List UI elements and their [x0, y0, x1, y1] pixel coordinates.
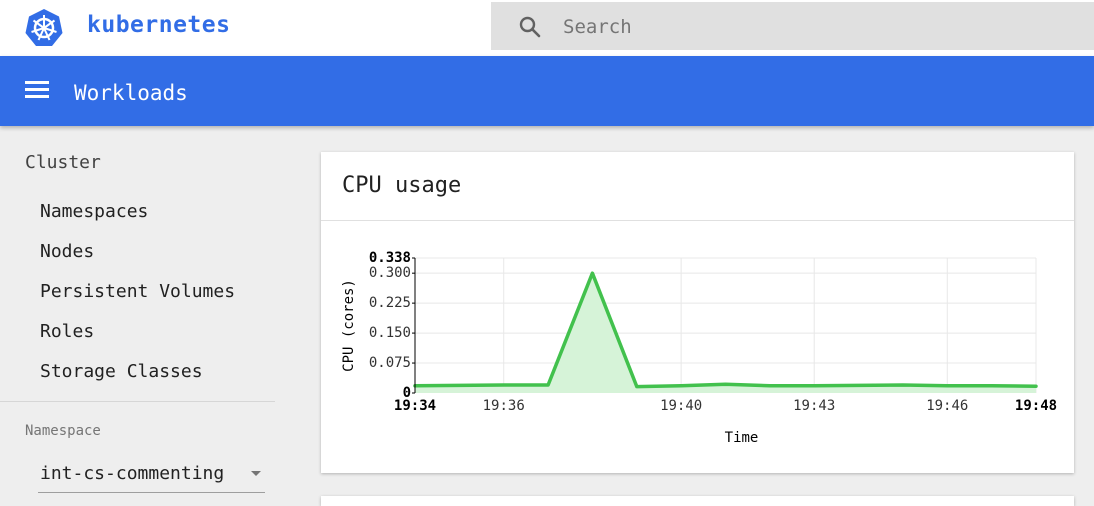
sidebar-section-cluster[interactable]: Cluster	[25, 152, 101, 173]
namespace-value: int-cs-commenting	[40, 463, 224, 484]
kubernetes-logo-icon[interactable]	[24, 8, 64, 48]
x-tick-label: 19:46	[926, 398, 968, 414]
brand-name[interactable]: kubernetes	[87, 12, 230, 38]
page-title: Workloads	[74, 81, 188, 105]
second-card	[321, 496, 1074, 506]
cpu-usage-chart: 00.0750.1500.2250.3000.33819:3419:3619:4…	[321, 220, 1074, 473]
x-axis-title: Time	[725, 430, 759, 446]
x-tick-label: 19:40	[660, 398, 702, 414]
chevron-down-icon	[251, 471, 261, 476]
search-bar[interactable]	[491, 2, 1094, 50]
sidebar-item-roles[interactable]: Roles	[40, 321, 94, 342]
y-tick-label: 0.075	[369, 355, 411, 371]
x-tick-label: 19:36	[483, 398, 525, 414]
search-input[interactable]	[561, 10, 1065, 44]
x-tick-label: 19:43	[793, 398, 835, 414]
cpu-usage-card: CPU usage 00.0750.1500.2250.3000.33819:3…	[321, 152, 1074, 473]
sidebar-item-nodes[interactable]: Nodes	[40, 241, 94, 262]
card-title: CPU usage	[342, 173, 461, 198]
namespace-label: Namespace	[25, 423, 101, 439]
hamburger-menu-icon[interactable]	[25, 81, 49, 99]
sidebar: Cluster Namespaces Nodes Persistent Volu…	[0, 126, 275, 500]
namespace-select[interactable]: int-cs-commenting	[38, 458, 265, 493]
y-axis-title: CPU (cores)	[341, 279, 357, 372]
sidebar-item-namespaces[interactable]: Namespaces	[40, 201, 148, 222]
sidebar-divider	[0, 401, 275, 402]
y-tick-label: 0.338	[369, 250, 411, 266]
sidebar-item-storage-classes[interactable]: Storage Classes	[40, 361, 203, 382]
search-icon	[518, 15, 542, 39]
y-tick-label: 0.150	[369, 325, 411, 341]
top-bar: kubernetes	[0, 0, 1094, 56]
x-tick-label: 19:48	[1015, 398, 1057, 414]
x-tick-label: 19:34	[394, 398, 436, 414]
page-header: Workloads	[0, 56, 1094, 126]
cpu-series-line	[415, 273, 1036, 386]
y-tick-label: 0.300	[369, 265, 411, 281]
y-tick-label: 0.225	[369, 295, 411, 311]
sidebar-item-persistent-volumes[interactable]: Persistent Volumes	[40, 281, 235, 302]
